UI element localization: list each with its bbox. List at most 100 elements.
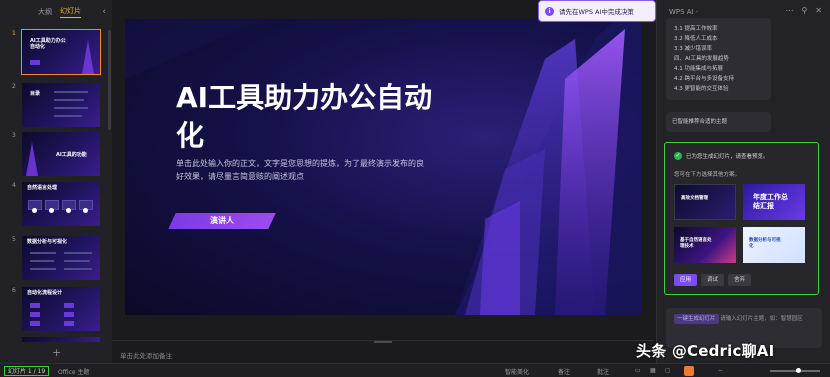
ai-panel-title: WPS AI · [669,8,699,16]
slide-thumbnail[interactable]: AI工具助力办公自动化 [21,29,101,75]
slide-number: 1 [12,30,16,37]
ai-decision-toast: i 请先在WPS AI中完成决策 [538,0,656,22]
input-placeholder: 请输入幻灯片主题，如：智慧园区 [720,316,803,322]
slide-number: 6 [12,287,16,294]
thumbnail-decoration [54,91,88,93]
template-title: 基于自然语言处理技术 [680,238,712,249]
current-slide[interactable]: AI工具助力办公自动化 单击此处输入你的正文，文字是您思想的提炼，为了最终演示发… [125,19,641,315]
reading-view-icon[interactable]: ▢ [665,367,671,374]
slide-number: 2 [12,83,16,90]
sorter-view-icon[interactable]: ▦ [650,367,656,374]
template-option[interactable]: 基于自然语言处理技术 [674,227,736,263]
wps-presentation-window: 大纲 幻灯片 ‹ 1 AI工具助力办公自动化 2 目录 3 AI工具的功能 4 … [0,0,830,377]
pane-tabs: 大纲 幻灯片 [0,0,112,24]
presenter-text: 演讲人 [210,216,234,225]
thumbnail-decoration [26,142,38,176]
collapse-pane-icon[interactable]: ‹ [102,7,106,17]
slide-thumbnail-pane: 大纲 幻灯片 ‹ 1 AI工具助力办公自动化 2 目录 3 AI工具的功能 4 … [0,0,112,363]
thumbnail-decoration [30,260,54,262]
slide-body-text[interactable]: 单击此处输入你的正文，文字是您思想的提炼，为了最终演示发布的良好效果，请尽量言简… [176,157,426,183]
thumbnail-decoration [30,60,40,65]
template-option[interactable]: 高效文档管理 [674,184,736,220]
thumbnail-decoration [30,312,40,317]
thumbnail-decoration [30,303,40,308]
outline-item: 4.3 更智能的交互体验 [674,86,729,92]
thumbnail-decoration [64,303,74,308]
thumbnail-decoration [64,321,74,326]
thumbnail-decoration [30,268,56,270]
outline-item: 4.2 跨平台与多设备支持 [674,76,734,82]
check-icon: ✓ [674,152,682,160]
status-bar: 幻灯片 1 / 19 Office 主题 智能美化 备注 批注 ▭ ▦ ▢ − [0,363,830,377]
template-option[interactable]: 数据分析与可视化 [743,227,805,263]
slide-title[interactable]: AI工具助力办公自动化 [176,79,436,155]
slide-thumbnail[interactable]: 数据分析与可视化 [22,236,100,280]
slide-thumbnail[interactable]: 自动化流程设计 [22,287,100,331]
thumbnail-scrollbar[interactable] [108,30,111,130]
generate-slides-chip[interactable]: 一键生成幻灯片 [674,314,719,324]
slide-thumbnail[interactable]: 目录 [22,83,100,127]
template-actions: 应用 调试 舍弃 [674,274,752,286]
info-icon: i [545,6,554,16]
panel-header-icons: ⋯ ⚲ ✕ [785,6,822,15]
slide-number: 5 [12,236,16,243]
thumbnail-decoration [64,312,74,317]
thumbnail-decoration [54,107,88,109]
tab-slides[interactable]: 幻灯片 [60,6,81,18]
comments-button[interactable]: 批注 [597,367,609,376]
template-title: 年度工作总结汇报 [753,193,788,210]
tab-outline[interactable]: 大纲 [38,7,52,17]
thumbnail-decoration [30,252,56,254]
watermark: 头条 @Cedric聊AI [636,342,775,360]
wps-ai-panel: WPS AI · ⋯ ⚲ ✕ 3.1 提高工作效率 3.2 降低人工成本 3.3… [656,0,830,363]
template-result-card: ✓ 已为您生成幻灯片，请查看预览。 您可在下方选择其他方案。 高效文档管理 年度… [664,142,819,295]
thumbnail-decoration [30,321,40,326]
thumbnail-decoration [49,208,54,213]
slide-thumbnail[interactable]: 自然语言处理 [22,182,100,226]
template-title: 高效文档管理 [681,196,708,201]
slide-number: 3 [12,132,16,139]
slide-thumbnail[interactable] [22,337,100,342]
thumbnail-decoration [54,115,82,117]
zoom-out-icon[interactable]: − [718,367,723,374]
more-icon[interactable]: ⋯ [785,6,793,15]
play-slideshow-icon[interactable] [684,366,694,376]
thumbnail-title: 数据分析与可视化 [27,239,68,245]
discard-button[interactable]: 舍弃 [728,274,752,286]
thumbnail-decoration [66,208,71,213]
template-option[interactable]: 年度工作总结汇报 [743,184,805,220]
generation-status: ✓ 已为您生成幻灯片，请查看预览。 [674,152,769,160]
toast-text: 请先在WPS AI中完成决策 [559,8,634,16]
theme-name[interactable]: Office 主题 [58,367,89,376]
thumbnail-title: 自动化流程设计 [27,290,63,296]
template-title: 数据分析与可视化 [749,238,781,249]
slide-thumbnail[interactable]: AI工具的功能 [22,132,100,176]
close-icon[interactable]: ✕ [815,6,822,15]
smart-beautify-button[interactable]: 智能美化 [505,367,529,376]
notes-button[interactable]: 备注 [558,367,570,376]
debug-button[interactable]: 调试 [701,274,725,286]
outline-item: 四、AI工具的发展趋势 [674,56,729,62]
zoom-slider-knob[interactable] [796,368,801,373]
thumbnail-decoration [32,208,37,213]
outline-item: 3.2 降低人工成本 [674,36,718,42]
notes-resize-handle[interactable] [374,341,392,343]
thumbnail-title: 自然语言处理 [27,185,58,191]
ai-message: 已智能推荐合适的主题 [666,112,771,132]
pin-icon[interactable]: ⚲ [801,6,807,15]
zoom-slider[interactable] [770,370,820,372]
slide-number: 4 [12,182,16,189]
add-slide-icon[interactable]: + [52,346,61,359]
thumbnail-title: AI工具的功能 [56,152,87,158]
slide-count: 幻灯片 1 / 19 [4,366,50,376]
slide-editing-area: AI工具助力办公自动化 单击此处输入你的正文，文字是您思想的提炼，为了最终演示发… [112,0,654,363]
apply-button[interactable]: 应用 [674,274,698,286]
outline-card: 3.1 提高工作效率 3.2 降低人工成本 3.3 减少错误率 四、AI工具的发… [666,18,771,100]
outline-item: 4.1 功能集成与拓展 [674,66,723,72]
normal-view-icon[interactable]: ▭ [635,367,641,374]
presenter-label[interactable]: 演讲人 [168,213,276,229]
thumbnail-title: AI工具助力办公自动化 [30,38,66,50]
thumbnail-decoration [54,99,84,101]
outline-item: 3.3 减少错误率 [674,46,712,52]
notes-placeholder[interactable]: 单击此处添加备注 [120,350,172,360]
